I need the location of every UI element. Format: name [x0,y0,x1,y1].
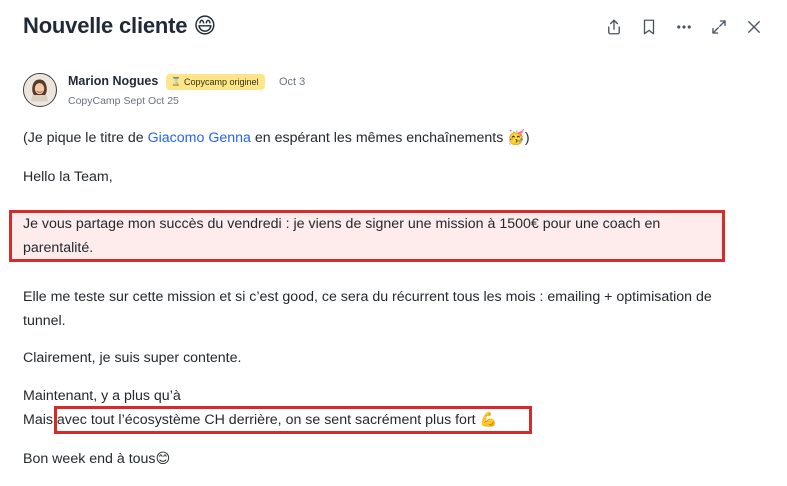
bookmark-button[interactable] [638,16,660,38]
expand-icon [712,20,726,34]
share-button[interactable] [603,16,625,38]
greeting-paragraph: Hello la Team, [23,169,113,185]
expand-button[interactable] [708,16,730,38]
paragraph-2-line-1: Elle me teste sur cette mission et si c’… [23,289,712,305]
post-title-text: Nouvelle cliente [23,13,188,38]
party-emoji-icon: 🥳 [507,130,525,146]
close-icon [748,21,760,33]
intro-text: (Je pique le titre de [23,130,148,146]
close-button[interactable] [743,16,765,38]
intro-close: ) [524,130,530,146]
paragraph-4-line-2: Mais avec tout l’écosystème CH derrière,… [23,408,497,432]
highlight-paragraph: Je vous partage mon succès du vendredi :… [23,216,661,256]
paragraph-4-highlight: avec tout l’écosystème CH derrière, on s… [56,412,480,428]
closing-paragraph: Bon week end à tous😊 [23,447,170,471]
closing-text: Bon week end à tous [23,451,156,467]
flexed-biceps-emoji-icon: 💪 [479,412,498,428]
author-photo-icon [24,74,55,105]
paragraph-4-prefix: Mais [23,412,57,428]
author-cohort: CopyCamp Sept Oct 25 [68,95,179,107]
more-button[interactable] [673,16,695,38]
more-icon [677,25,691,29]
intro-paragraph: (Je pique le titre de Giacomo Genna en e… [23,126,530,150]
paragraph-4-line-1: Maintenant, y a plus qu’à [23,388,181,404]
grin-emoji-icon: 😄 [193,14,217,39]
hourglass-icon: ⌛ [171,77,181,86]
paragraph-3: Clairement, je suis super contente. [23,350,242,366]
member-badge: ⌛ Copycamp originel [166,74,265,90]
share-icon [608,19,620,35]
post-title: Nouvelle cliente 😄 [23,13,216,39]
member-badge-label: Copycamp originel [183,77,259,87]
avatar[interactable] [23,73,57,107]
intro-text-suffix: en espérant les mêmes enchaînements [250,130,508,146]
post-toolbar [603,16,765,38]
smile-emoji-icon: 😊 [155,451,171,467]
author-name[interactable]: Marion Nogues [68,74,158,88]
paragraph-2-line-2: tunnel. [23,313,66,329]
post-date[interactable]: Oct 3 [279,76,305,88]
mention-link[interactable]: Giacomo Genna [148,130,251,146]
bookmark-icon [643,19,655,35]
